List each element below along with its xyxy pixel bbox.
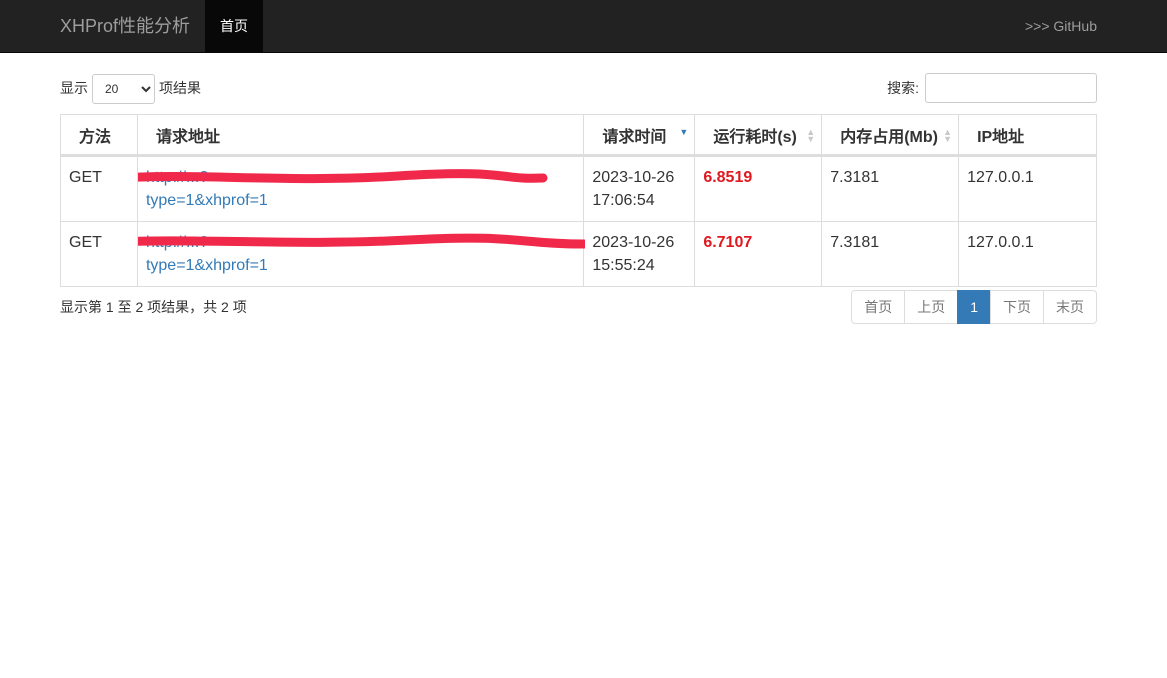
sort-desc-icon: ▼ xyxy=(679,127,689,137)
page-1-button[interactable]: 1 xyxy=(957,290,991,324)
redaction-mark xyxy=(137,233,585,249)
cell-method: GET xyxy=(60,155,138,222)
nav-home[interactable]: 首页 xyxy=(205,0,263,53)
last-page-button[interactable]: 末页 xyxy=(1043,290,1097,324)
next-page-button[interactable]: 下页 xyxy=(990,290,1044,324)
cell-url: http://...? type=1&xhprof=1 xyxy=(136,221,585,287)
cell-runtime: 6.7107 xyxy=(694,221,823,287)
search-control: 搜索: xyxy=(887,73,1097,103)
table-header-row: 方法 请求地址 请求时间 ▼ 运行耗时(s) ▲ ▼ 内存占用(Mb) ▲ ▼ IP… xyxy=(60,114,1097,157)
navbar: XHProf性能分析 首页 >>> GitHub xyxy=(0,0,1167,53)
header-ip[interactable]: IP地址 xyxy=(958,114,1097,157)
search-input[interactable] xyxy=(925,73,1097,103)
brand-title[interactable]: XHProf性能分析 xyxy=(60,0,190,53)
table-info: 显示第 1 至 2 项结果，共 2 项 xyxy=(60,299,247,315)
request-url-link[interactable]: http://...? type=1&xhprof=1 xyxy=(146,234,268,274)
header-method[interactable]: 方法 xyxy=(60,114,138,157)
redaction-mark xyxy=(137,169,548,184)
header-request-time[interactable]: 请求时间 ▼ xyxy=(583,114,696,157)
page-size-select[interactable]: 20 xyxy=(92,74,155,104)
table-row: GET http://...? type=1&xhprof=1 2023-10-2… xyxy=(60,155,1097,222)
cell-memory: 7.3181 xyxy=(821,155,960,222)
github-link[interactable]: >>> GitHub xyxy=(1025,0,1097,53)
cell-runtime: 6.8519 xyxy=(694,155,823,222)
sort-both-icon: ▲ ▼ xyxy=(943,127,953,144)
table-controls: 显示 20 项结果 搜索: xyxy=(60,73,1097,104)
first-page-button[interactable]: 首页 xyxy=(851,290,906,324)
show-label: 显示 xyxy=(60,80,88,96)
prev-page-button[interactable]: 上页 xyxy=(904,290,959,324)
cell-ip: 127.0.0.1 xyxy=(958,155,1097,222)
pagination: 首页 上页 1 下页 末页 xyxy=(851,290,1097,324)
header-memory[interactable]: 内存占用(Mb) ▲ ▼ xyxy=(821,114,960,157)
request-url-link[interactable]: http://...? type=1&xhprof=1 xyxy=(146,169,268,209)
cell-url: http://...? type=1&xhprof=1 xyxy=(136,155,585,222)
cell-ip: 127.0.0.1 xyxy=(958,221,1097,287)
table-row: GET http://...? type=1&xhprof=1 2023-10-2… xyxy=(60,221,1097,287)
search-label: 搜索: xyxy=(887,80,919,96)
cell-request-time: 2023-10-26 15:55:24 xyxy=(583,221,696,287)
results-label: 项结果 xyxy=(159,80,201,96)
cell-method: GET xyxy=(60,221,138,287)
results-table: 方法 请求地址 请求时间 ▼ 运行耗时(s) ▲ ▼ 内存占用(Mb) ▲ ▼ IP… xyxy=(60,114,1097,287)
header-runtime[interactable]: 运行耗时(s) ▲ ▼ xyxy=(694,114,823,157)
page-length-control: 显示 20 项结果 xyxy=(60,73,201,104)
sort-both-icon: ▲ ▼ xyxy=(806,127,816,144)
cell-memory: 7.3181 xyxy=(821,221,960,287)
header-url[interactable]: 请求地址 xyxy=(136,114,585,157)
cell-request-time: 2023-10-26 17:06:54 xyxy=(583,155,696,222)
